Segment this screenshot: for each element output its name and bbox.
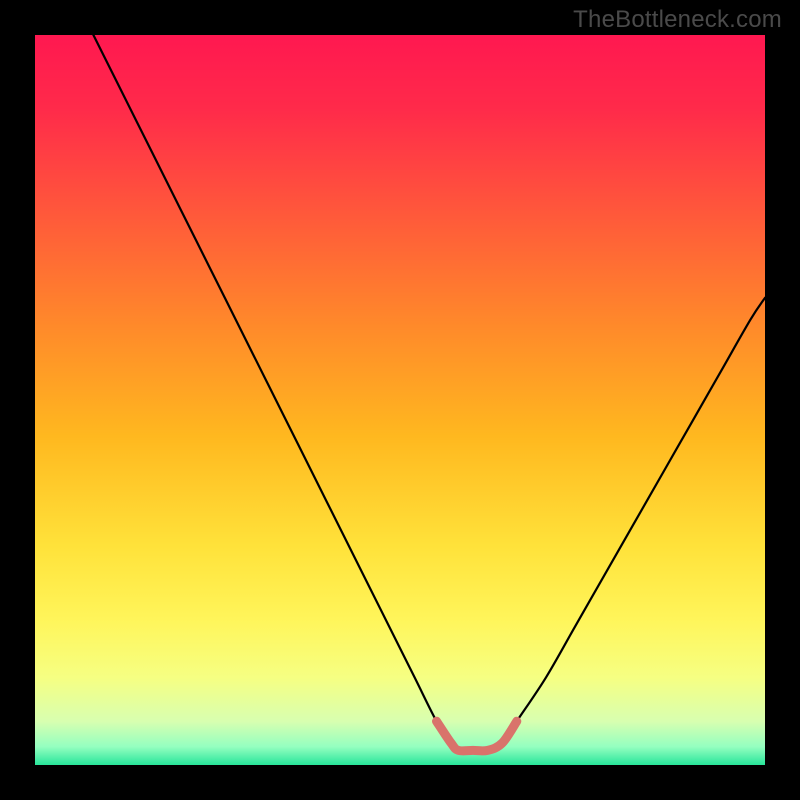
plot-area [35, 35, 765, 765]
optimal-range-highlight [437, 721, 517, 751]
watermark-text: TheBottleneck.com [573, 6, 782, 34]
curve-layer [35, 35, 765, 765]
chart-stage: TheBottleneck.com [0, 0, 800, 800]
bottleneck-curve [93, 35, 765, 751]
